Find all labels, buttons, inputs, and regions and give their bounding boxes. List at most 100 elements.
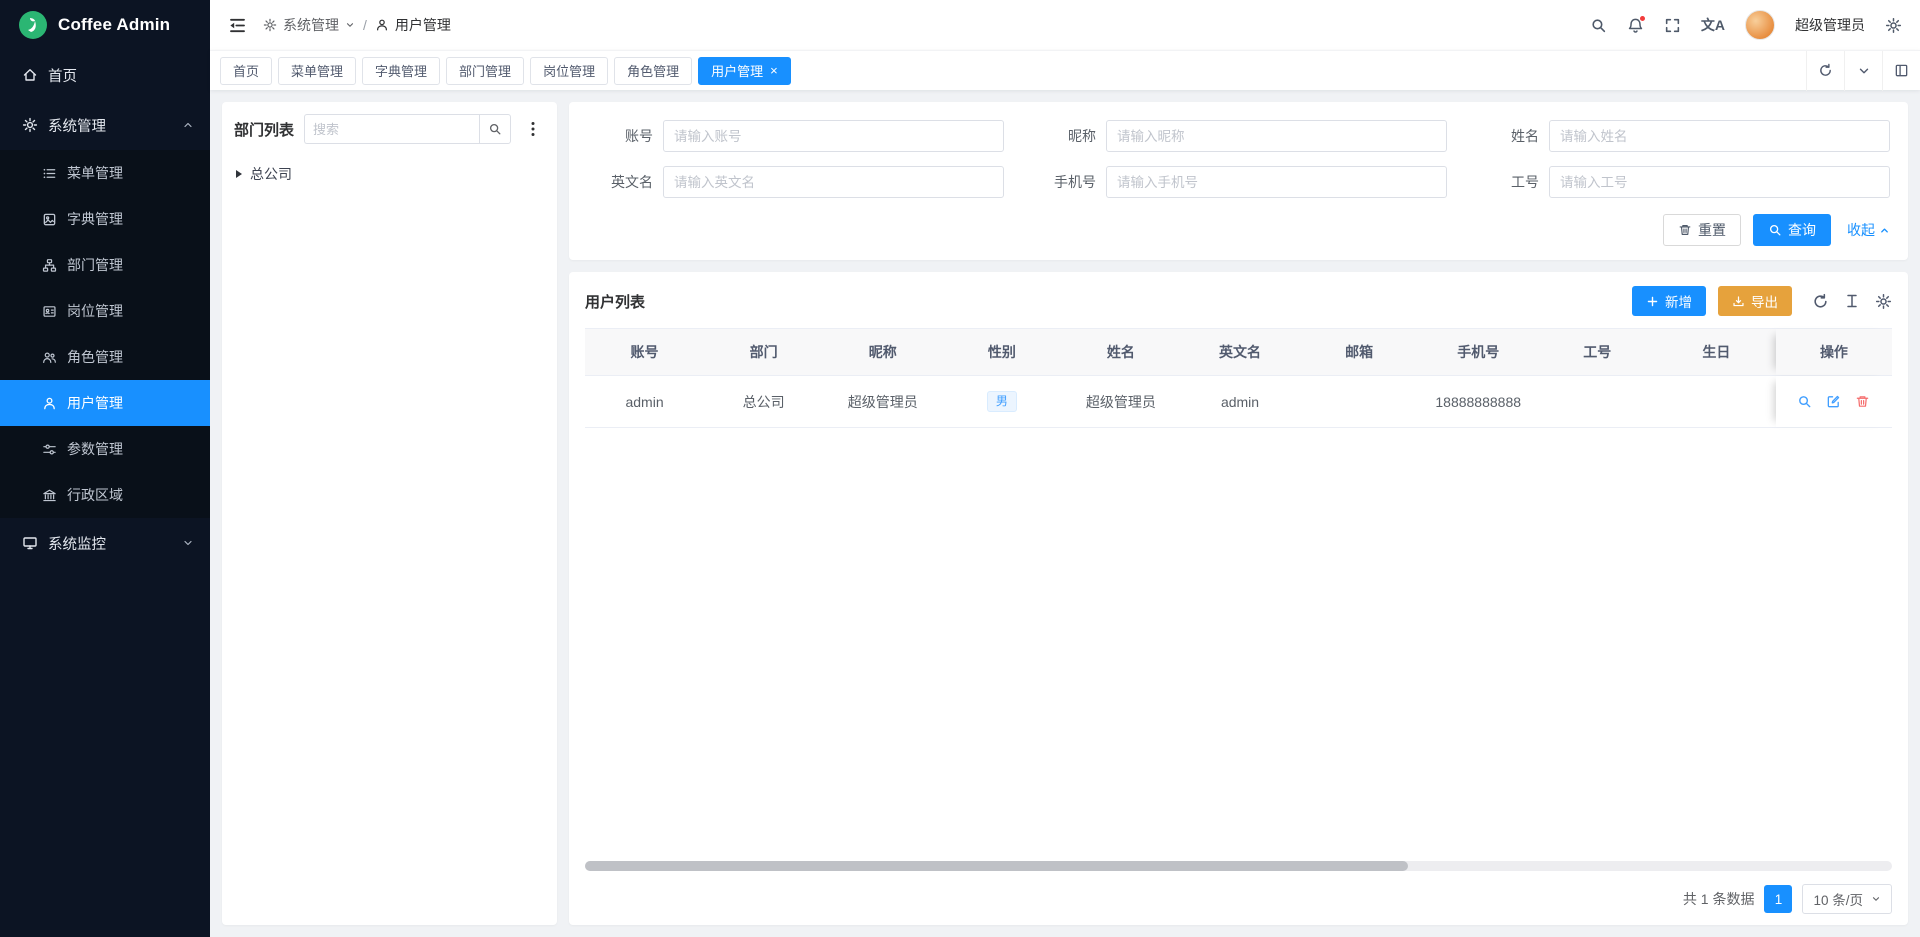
field-nickname: 昵称 (1030, 120, 1447, 152)
field-job-no: 工号 (1473, 166, 1890, 198)
sidebar-item-role-mgmt[interactable]: 角色管理 (0, 334, 210, 380)
add-user-button[interactable]: 新增 (1632, 286, 1706, 316)
user-name[interactable]: 超级管理员 (1795, 15, 1865, 35)
sidebar-item-dept-mgmt[interactable]: 部门管理 (0, 242, 210, 288)
gear-icon (22, 117, 38, 133)
nickname-input[interactable] (1106, 120, 1447, 152)
sidebar-item-system-monitor[interactable]: 系统监控 (0, 518, 210, 568)
sidebar-menu: 首页 系统管理 菜单管理 (0, 50, 210, 937)
account-input[interactable] (663, 120, 1004, 152)
settings-gear-icon[interactable] (1885, 17, 1902, 34)
breadcrumb-item-system[interactable]: 系统管理 (263, 15, 355, 35)
tab-label: 岗位管理 (543, 61, 595, 80)
sidebar-item-label: 首页 (48, 65, 77, 86)
layout-toggle-icon[interactable] (1882, 51, 1920, 91)
download-icon (1732, 295, 1745, 308)
sidebar-item-param-mgmt[interactable]: 参数管理 (0, 426, 210, 472)
sidebar-item-system-mgmt[interactable]: 系统管理 (0, 100, 210, 150)
field-phone: 手机号 (1030, 166, 1447, 198)
export-button[interactable]: 导出 (1718, 286, 1792, 316)
main-area: 系统管理 / 用户管理 (210, 0, 1920, 937)
tab-dict-mgmt[interactable]: 字典管理 (362, 57, 440, 85)
sidebar-item-label: 用户管理 (67, 393, 123, 413)
refresh-icon[interactable] (1812, 293, 1829, 310)
breadcrumb-label: 用户管理 (395, 15, 451, 35)
cell-birthday (1657, 376, 1776, 427)
sidebar-item-menu-mgmt[interactable]: 菜单管理 (0, 150, 210, 196)
row-density-icon[interactable] (1844, 293, 1860, 309)
pagination: 共 1 条数据 1 10 条/页 (585, 881, 1892, 917)
tab-label: 菜单管理 (291, 61, 343, 80)
department-panel-header: 部门列表 (234, 114, 545, 144)
tab-label: 字典管理 (375, 61, 427, 80)
sidebar-item-label: 部门管理 (67, 255, 123, 275)
query-button[interactable]: 查询 (1753, 214, 1831, 246)
tree-node-label: 总公司 (250, 164, 292, 184)
chevron-down-icon (182, 537, 194, 549)
page-number-button[interactable]: 1 (1764, 885, 1792, 913)
field-label: 手机号 (1030, 172, 1106, 192)
cell-gender: 男 (942, 376, 1061, 427)
gender-tag: 男 (987, 391, 1017, 411)
sidebar-item-label: 系统监控 (48, 533, 106, 554)
breadcrumb: 系统管理 / 用户管理 (263, 15, 451, 35)
fullscreen-icon[interactable] (1664, 17, 1681, 34)
tab-user-mgmt[interactable]: 用户管理 × (698, 57, 791, 85)
tab-post-mgmt[interactable]: 岗位管理 (530, 57, 608, 85)
column-header-dept: 部门 (704, 329, 823, 375)
sidebar-item-post-mgmt[interactable]: 岗位管理 (0, 288, 210, 334)
query-label: 查询 (1788, 220, 1816, 240)
column-header-en-name: 英文名 (1180, 329, 1299, 375)
column-settings-gear-icon[interactable] (1875, 293, 1892, 310)
search-icon[interactable] (1590, 17, 1607, 34)
avatar[interactable] (1745, 10, 1775, 40)
app-logo: Coffee Admin (0, 0, 210, 50)
search-icon (488, 122, 502, 136)
tab-label: 角色管理 (627, 61, 679, 80)
collapse-sidebar-icon[interactable] (228, 16, 247, 35)
field-label: 昵称 (1030, 126, 1106, 146)
tab-menu-mgmt[interactable]: 菜单管理 (278, 57, 356, 85)
en-name-input[interactable] (663, 166, 1004, 198)
table-icon-tools (1812, 293, 1892, 310)
search-form-card: 账号 昵称 姓名 英文名 (569, 102, 1908, 260)
department-search-input[interactable] (304, 114, 479, 144)
horizontal-scrollbar-thumb[interactable] (585, 861, 1408, 871)
sidebar-item-dict-mgmt[interactable]: 字典管理 (0, 196, 210, 242)
export-label: 导出 (1751, 291, 1778, 311)
tab-options-chevron-icon[interactable] (1844, 51, 1882, 91)
delete-icon[interactable] (1855, 394, 1870, 409)
department-search-button[interactable] (479, 114, 511, 144)
page-size-value: 10 条/页 (1813, 889, 1863, 909)
tree-expand-caret-icon[interactable] (236, 170, 242, 178)
department-more-options-icon[interactable] (521, 114, 545, 144)
reset-button[interactable]: 重置 (1663, 214, 1741, 246)
refresh-tab-icon[interactable] (1806, 51, 1844, 91)
tab-dept-mgmt[interactable]: 部门管理 (446, 57, 524, 85)
job-no-input[interactable] (1549, 166, 1890, 198)
search-form-actions: 重置 查询 收起 (587, 214, 1890, 246)
bank-icon (42, 488, 57, 503)
notifications-button[interactable] (1627, 17, 1644, 34)
collapse-form-link[interactable]: 收起 (1847, 220, 1890, 240)
column-header-gender: 性别 (942, 329, 1061, 375)
edit-icon[interactable] (1826, 394, 1841, 409)
table-row[interactable]: admin 总公司 超级管理员 男 超级管理员 admin 1888888888… (585, 376, 1892, 428)
sidebar-item-home[interactable]: 首页 (0, 50, 210, 100)
dictionary-icon (42, 212, 57, 227)
tab-role-mgmt[interactable]: 角色管理 (614, 57, 692, 85)
coffee-logo-icon (18, 10, 48, 40)
page-size-select[interactable]: 10 条/页 (1802, 884, 1892, 914)
tab-close-icon[interactable]: × (770, 64, 778, 77)
view-detail-icon[interactable] (1797, 394, 1812, 409)
phone-input[interactable] (1106, 166, 1447, 198)
sidebar-item-user-mgmt[interactable]: 用户管理 (0, 380, 210, 426)
tab-home[interactable]: 首页 (220, 57, 272, 85)
language-switch-icon[interactable]: 文A (1701, 15, 1725, 35)
sidebar-item-admin-region[interactable]: 行政区域 (0, 472, 210, 518)
name-input[interactable] (1549, 120, 1890, 152)
people-icon (42, 350, 57, 365)
field-label: 姓名 (1473, 126, 1549, 146)
tree-node-root[interactable]: 总公司 (234, 160, 545, 188)
column-header-name: 姓名 (1061, 329, 1180, 375)
